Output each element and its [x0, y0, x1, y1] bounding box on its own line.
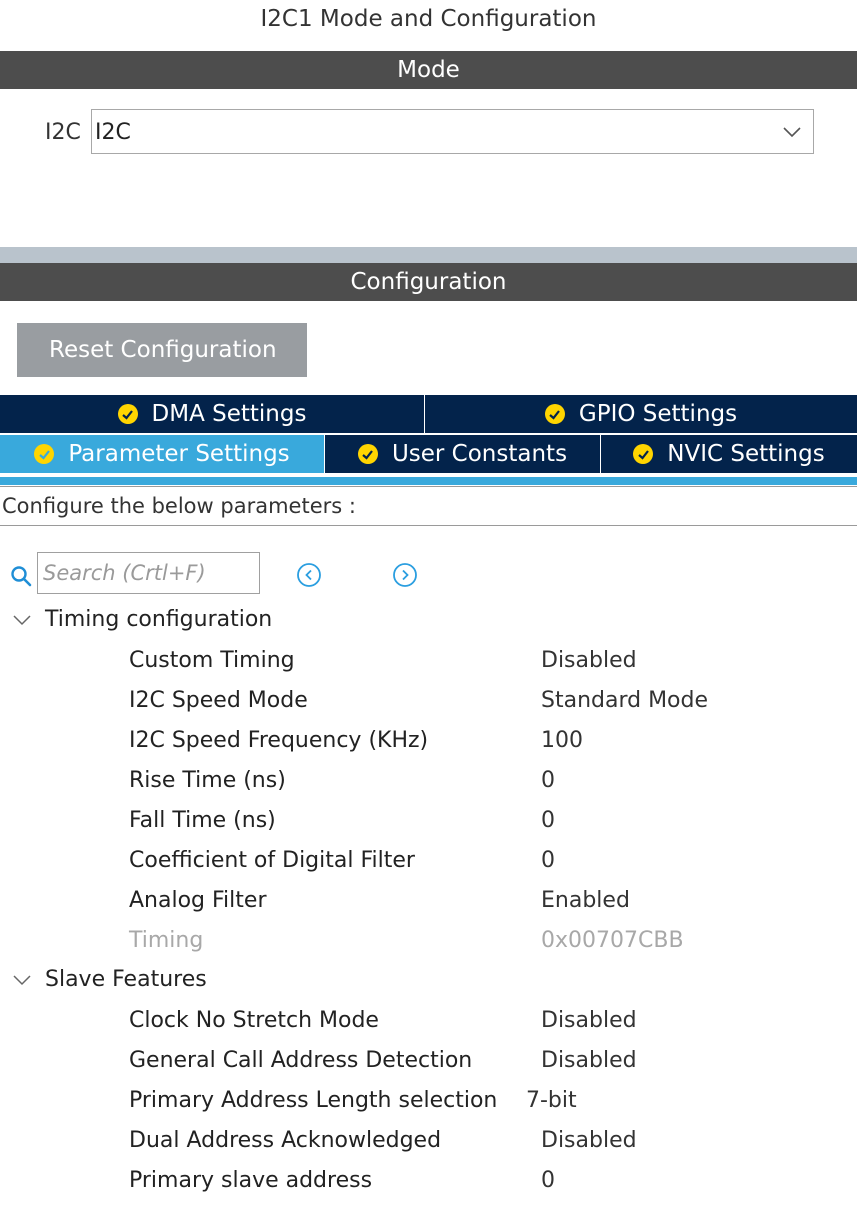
- param-name: Timing: [129, 928, 204, 953]
- param-name: Custom Timing: [129, 648, 295, 673]
- param-value: 0: [541, 1168, 555, 1193]
- check-circle-icon: [117, 404, 138, 424]
- param-row-speed-frequency[interactable]: I2C Speed Frequency (KHz) 100: [0, 722, 857, 762]
- param-value: Standard Mode: [541, 688, 709, 713]
- param-row-speed-mode[interactable]: I2C Speed Mode Standard Mode: [0, 682, 857, 722]
- group-timing-configuration[interactable]: Timing configuration: [12, 607, 272, 632]
- param-row-general-call[interactable]: General Call Address Detection Disabled: [0, 1042, 857, 1082]
- param-row-analog-filter[interactable]: Analog Filter Enabled: [0, 882, 857, 922]
- next-result-icon[interactable]: [392, 562, 418, 588]
- param-value: Enabled: [541, 888, 630, 913]
- check-circle-icon: [34, 444, 55, 464]
- section-divider: [0, 247, 857, 263]
- mode-label: I2C: [45, 120, 81, 145]
- chevron-down-icon: [783, 127, 801, 138]
- param-name: Rise Time (ns): [129, 768, 286, 793]
- param-row-primary-slave-address[interactable]: Primary slave address 0: [0, 1162, 857, 1202]
- group-slave-features[interactable]: Slave Features: [12, 967, 207, 992]
- param-name: Primary slave address: [129, 1168, 373, 1193]
- check-circle-icon: [357, 444, 378, 464]
- group-title: Slave Features: [45, 967, 207, 992]
- tab-dma-settings[interactable]: DMA Settings: [0, 395, 425, 433]
- search-input[interactable]: [37, 552, 260, 594]
- tab-label: NVIC Settings: [667, 441, 825, 467]
- param-row-timing: Timing 0x00707CBB: [0, 922, 857, 962]
- group-title: Timing configuration: [45, 607, 273, 632]
- param-value: Disabled: [541, 1128, 637, 1153]
- previous-result-icon[interactable]: [296, 562, 322, 588]
- param-name: Coefficient of Digital Filter: [129, 848, 415, 873]
- tab-parameter-settings[interactable]: Parameter Settings: [0, 435, 325, 473]
- param-row-address-length[interactable]: Primary Address Length selection 7-bit: [0, 1082, 857, 1122]
- reset-configuration-button[interactable]: Reset Configuration: [17, 323, 307, 377]
- chevron-down-icon: [13, 614, 31, 625]
- chevron-down-icon: [13, 974, 31, 985]
- tabs-underline: [0, 477, 857, 485]
- param-name: I2C Speed Frequency (KHz): [129, 728, 429, 753]
- mode-select[interactable]: I2C: [91, 109, 814, 154]
- param-name: Fall Time (ns): [129, 808, 276, 833]
- param-row-dual-address[interactable]: Dual Address Acknowledged Disabled: [0, 1122, 857, 1162]
- param-name: General Call Address Detection: [129, 1048, 473, 1073]
- param-value: 100: [541, 728, 583, 753]
- search-icon[interactable]: [9, 564, 33, 588]
- tab-label: User Constants: [391, 441, 568, 467]
- param-name: Analog Filter: [129, 888, 267, 913]
- param-value: 0x00707CBB: [541, 928, 684, 953]
- parameters-subtitle: Configure the below parameters :: [0, 486, 857, 526]
- param-value: 0: [541, 808, 555, 833]
- param-row-fall-time[interactable]: Fall Time (ns) 0: [0, 802, 857, 842]
- tab-gpio-settings[interactable]: GPIO Settings: [425, 395, 857, 433]
- tab-nvic-settings[interactable]: NVIC Settings: [601, 435, 857, 473]
- param-name: Primary Address Length selection: [129, 1088, 498, 1113]
- tab-user-constants[interactable]: User Constants: [325, 435, 601, 473]
- check-circle-icon: [544, 404, 565, 424]
- param-name: Dual Address Acknowledged: [129, 1128, 442, 1153]
- param-row-clock-no-stretch[interactable]: Clock No Stretch Mode Disabled: [0, 1002, 857, 1042]
- param-value: 7-bit: [526, 1088, 577, 1113]
- tab-label: Parameter Settings: [68, 441, 290, 467]
- configuration-section-header: Configuration: [0, 263, 857, 301]
- param-value: Disabled: [541, 1008, 637, 1033]
- mode-select-value: I2C: [95, 120, 131, 145]
- param-value: 0: [541, 768, 555, 793]
- param-row-custom-timing[interactable]: Custom Timing Disabled: [0, 642, 857, 682]
- param-value: Disabled: [541, 1048, 637, 1073]
- check-circle-icon: [633, 444, 654, 464]
- window-title: I2C1 Mode and Configuration: [260, 6, 597, 32]
- tab-label: DMA Settings: [151, 401, 307, 427]
- param-value: 0: [541, 848, 555, 873]
- tab-label: GPIO Settings: [578, 401, 738, 427]
- param-row-rise-time[interactable]: Rise Time (ns) 0: [0, 762, 857, 802]
- param-value: Disabled: [541, 648, 637, 673]
- mode-section-header: Mode: [0, 51, 857, 89]
- param-name: Clock No Stretch Mode: [129, 1008, 379, 1033]
- param-row-digital-filter[interactable]: Coefficient of Digital Filter 0: [0, 842, 857, 882]
- param-name: I2C Speed Mode: [129, 688, 308, 713]
